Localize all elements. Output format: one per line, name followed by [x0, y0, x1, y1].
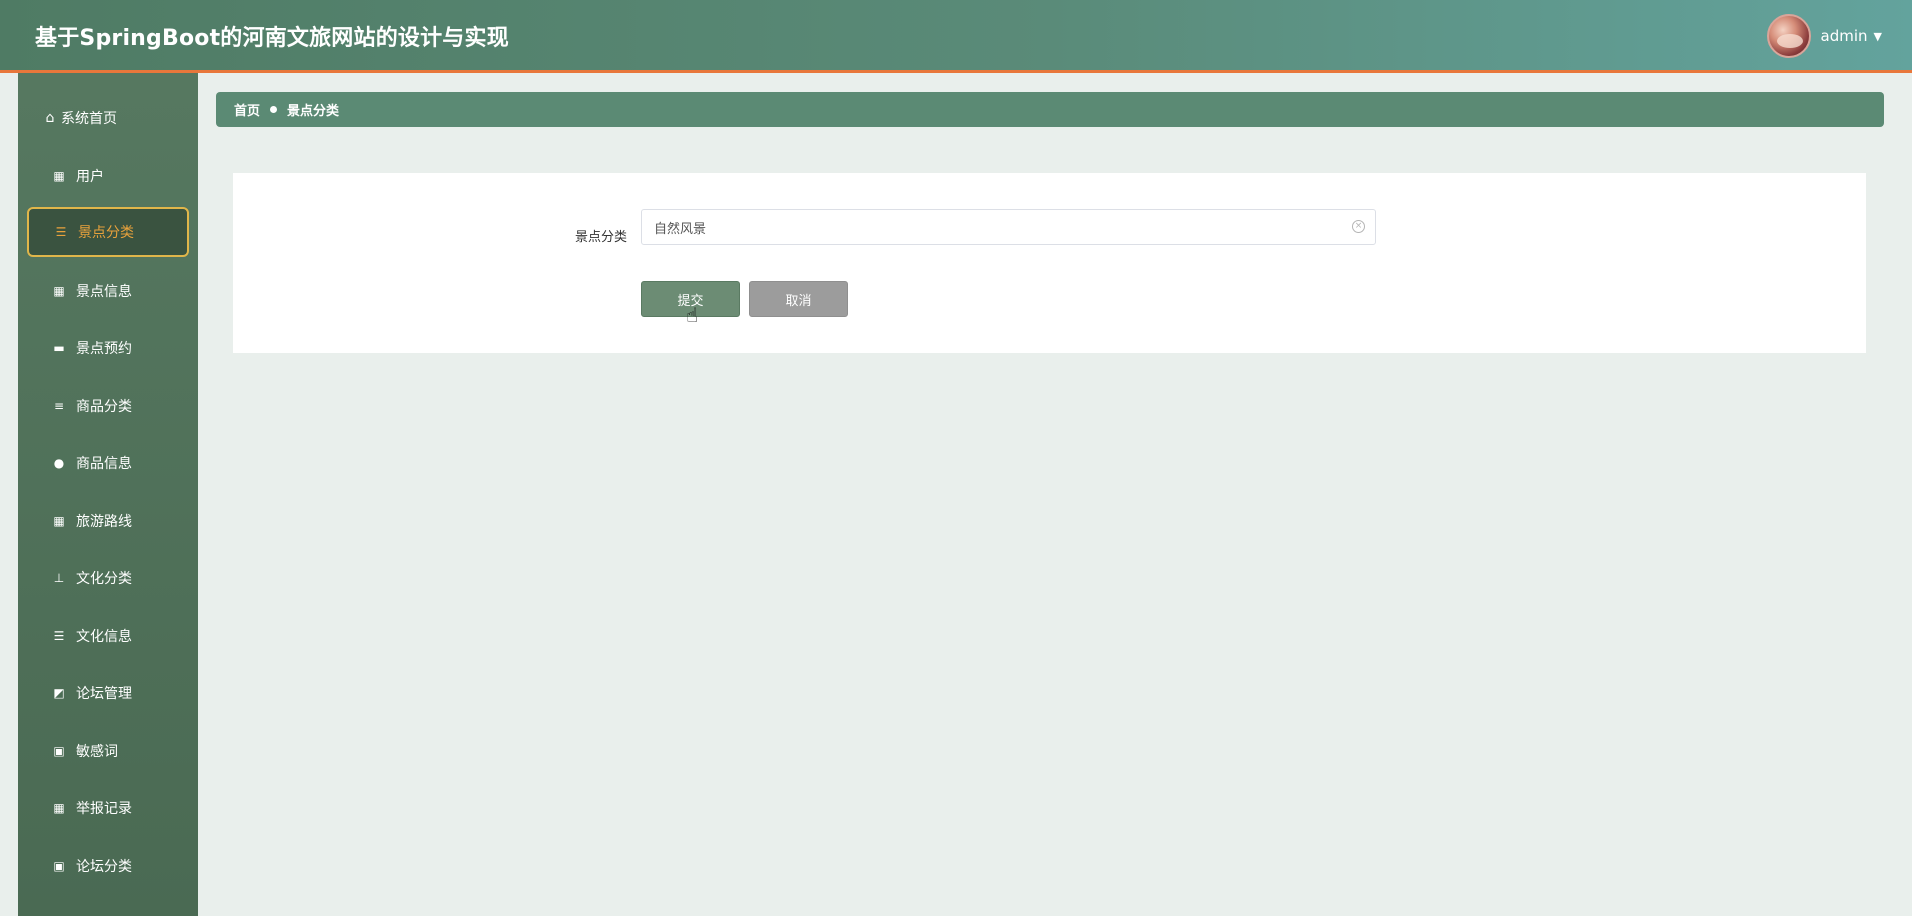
sidebar: ⌂ 系统首页 ▦ 用户 ☰ 景点分类 ▦ 景点信息 ▬ 景点预约 ≡ 商品分类 … [18, 73, 198, 916]
sidebar-item-report-records[interactable]: ▦ 举报记录 [27, 783, 189, 833]
clear-icon[interactable]: × [1352, 220, 1365, 233]
sidebar-item-label: 旅游路线 [76, 514, 132, 530]
grid-icon: ▦ [53, 169, 65, 183]
grid-icon: ▦ [53, 514, 65, 528]
username[interactable]: admin [1821, 27, 1868, 45]
grid-icon: ▦ [53, 801, 65, 815]
clipboard-icon: ▣ [53, 859, 65, 873]
clipboard-icon: ▣ [53, 744, 65, 758]
sidebar-item-label: 景点预约 [76, 341, 132, 357]
sidebar-item-home[interactable]: ⌂ 系统首页 [27, 93, 189, 143]
sidebar-item-scenic-category[interactable]: ☰ 景点分类 [27, 207, 189, 257]
sidebar-item-label: 论坛管理 [76, 686, 132, 702]
sidebar-item-label: 景点分类 [78, 225, 134, 241]
sidebar-item-label: 论坛分类 [76, 859, 132, 875]
sidebar-item-culture-category[interactable]: ⊥ 文化分类 [27, 553, 189, 603]
category-label: 景点分类 [575, 230, 628, 245]
cancel-button[interactable]: 取消 [749, 281, 848, 317]
chart-icon: ◩ [53, 686, 65, 700]
avatar[interactable] [1766, 14, 1811, 58]
list-icon: ☰ [53, 629, 65, 643]
list-icon: ☰ [55, 225, 67, 239]
sidebar-item-label: 文化信息 [76, 629, 132, 645]
sidebar-item-label: 系统首页 [61, 111, 117, 127]
sidebar-item-sensitive-words[interactable]: ▣ 敏感词 [27, 726, 189, 776]
sidebar-item-culture-info[interactable]: ☰ 文化信息 [27, 611, 189, 661]
pointer-cursor-icon: ☝ [686, 303, 699, 327]
category-input[interactable] [642, 210, 1375, 244]
briefcase-icon: ▬ [53, 341, 65, 355]
sidebar-item-forum-category[interactable]: ▣ 论坛分类 [27, 841, 189, 891]
top-header: 基于SpringBoot的河南文旅网站的设计与实现 admin ▼ [0, 0, 1912, 73]
app-title: 基于SpringBoot的河南文旅网站的设计与实现 [35, 26, 509, 51]
sidebar-item-users[interactable]: ▦ 用户 [27, 151, 189, 201]
grid-icon: ▦ [53, 284, 65, 298]
user-menu[interactable]: admin ▼ [1766, 14, 1882, 58]
chevron-down-icon[interactable]: ▼ [1874, 30, 1882, 43]
sidebar-item-product-info[interactable]: ● 商品信息 [27, 438, 189, 488]
stamp-icon: ⊥ [53, 571, 65, 585]
breadcrumb-current: 景点分类 [287, 104, 340, 119]
sidebar-item-label: 敏感词 [76, 744, 118, 760]
sidebar-item-label: 用户 [76, 169, 104, 185]
sidebar-item-label: 景点信息 [76, 284, 132, 300]
sidebar-item-scenic-booking[interactable]: ▬ 景点预约 [27, 323, 189, 373]
sliders-icon: ≡ [53, 399, 65, 413]
home-icon: ⌂ [45, 110, 55, 126]
sidebar-item-product-category[interactable]: ≡ 商品分类 [27, 381, 189, 431]
sidebar-item-forum-management[interactable]: ◩ 论坛管理 [27, 668, 189, 718]
form-panel [233, 173, 1866, 353]
breadcrumb-home[interactable]: 首页 [234, 100, 260, 119]
breadcrumb: 首页 景点分类 [216, 92, 1884, 127]
sidebar-item-label: 商品分类 [76, 399, 132, 415]
breadcrumb-separator [270, 106, 278, 113]
sidebar-item-label: 商品信息 [76, 456, 132, 472]
user-icon: ● [53, 456, 65, 470]
category-input-wrapper[interactable]: × [641, 209, 1376, 245]
sidebar-item-scenic-info[interactable]: ▦ 景点信息 [27, 266, 189, 316]
sidebar-item-label: 举报记录 [76, 801, 132, 817]
sidebar-item-travel-routes[interactable]: ▦ 旅游路线 [27, 496, 189, 546]
sidebar-item-label: 文化分类 [76, 571, 132, 587]
